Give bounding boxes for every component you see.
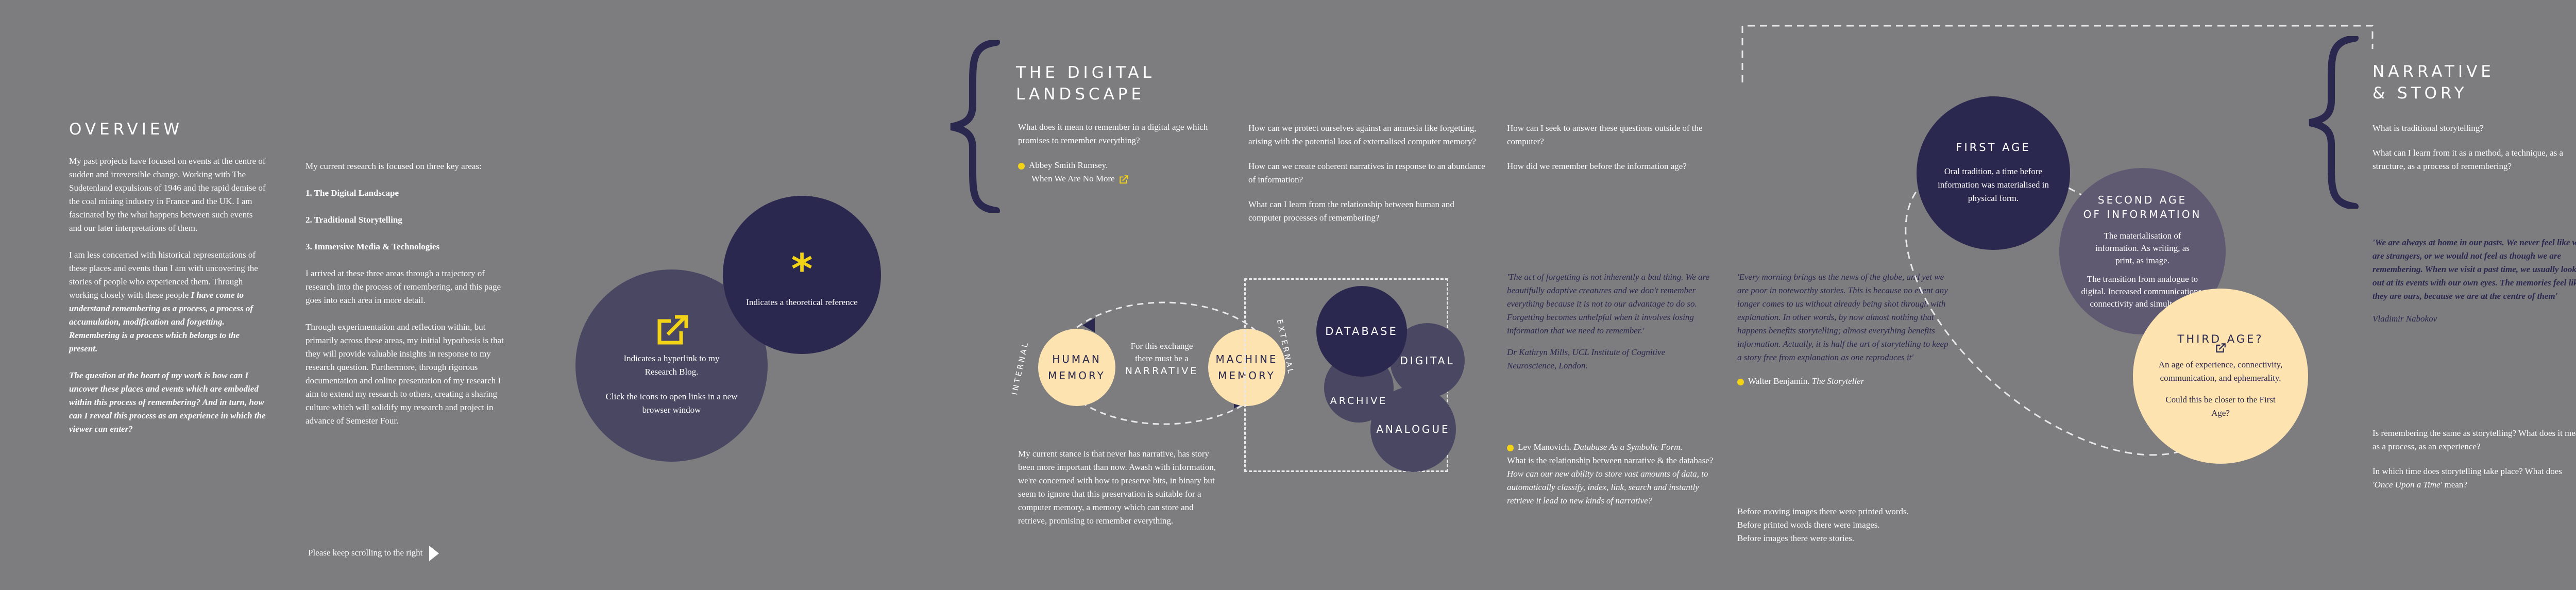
exchange-line: there must be a: [1135, 353, 1189, 363]
nabokov-source: Vladimir Nabokov: [2372, 314, 2437, 324]
manovich-block: Lev Manovich. Database As a Symbolic For…: [1507, 441, 1716, 508]
narrative-text: In which time does storytelling take pla…: [2372, 466, 2562, 476]
digital-questions-2: How can we protect ourselves against an …: [1248, 122, 1488, 238]
reference-title: Database As a Symbolic Form.: [1573, 442, 1683, 452]
reference-manovich[interactable]: Lev Manovich. Database As a Symbolic For…: [1507, 441, 1716, 454]
before-line: Before printed words there were images.: [1737, 520, 1880, 530]
current-stance: My current stance is that never has narr…: [1018, 449, 1216, 526]
overview-paragraph: My past projects have focused on events …: [69, 156, 266, 233]
node-label: HUMAN: [1052, 353, 1101, 365]
digital-question: How can we create coherent narratives in…: [1248, 161, 1485, 184]
mills-quote-source: Dr Kathryn Mills, UCL Institute of Cogni…: [1507, 347, 1666, 370]
asterisk-icon: *: [791, 245, 813, 293]
digital-label: DIGITAL: [1400, 354, 1455, 367]
reference-bullet-icon: [1507, 444, 1514, 451]
digital-question: What is the relationship between narrati…: [1507, 456, 1714, 465]
research-area-1[interactable]: 1. The Digital Landscape: [306, 187, 504, 200]
mills-quote: 'The act of forgetting is not inherently…: [1507, 272, 1710, 335]
overview-question: The question at the heart of my work is …: [69, 370, 266, 434]
analogue-label: ANALOGUE: [1376, 423, 1450, 435]
mills-quote-block: 'The act of forgetting is not inherently…: [1507, 271, 1716, 386]
external-link-icon[interactable]: [2215, 343, 2226, 353]
overview-title: OVERVIEW: [69, 120, 183, 139]
digital-question: What can I learn from the relationship b…: [1248, 199, 1454, 223]
reference-author: Lev Manovich.: [1518, 442, 1571, 452]
title-line: & STORY: [2372, 84, 2468, 103]
reference-bullet-icon: [1018, 162, 1025, 170]
overview-paragraph: I am less concerned with historical repr…: [69, 248, 267, 356]
narrative-question: In which time does storytelling take pla…: [2372, 465, 2576, 492]
digital-questions-3: How can I seek to answer these questions…: [1507, 122, 1705, 187]
chevron-right-icon[interactable]: [428, 545, 439, 562]
narrative-questions-1: What is traditional storytelling? What c…: [2372, 122, 2576, 187]
human-memory-node: HUMAN MEMORY: [1038, 329, 1115, 406]
exchange-narrative: NARRATIVE: [1125, 365, 1199, 377]
third-age-text: Could this be closer to the First Age?: [2165, 394, 2276, 418]
digital-question: How did we remember before the informati…: [1507, 161, 1687, 171]
hyperlink-legend-click: Click the icons to open links in a new b…: [605, 391, 738, 415]
first-age-circle: FIRST AGE Oral tradition, a time before …: [1917, 96, 2070, 250]
nabokov-block: 'We are always at home in our pasts. We …: [2372, 236, 2576, 339]
digital-question: How can I seek to answer these questions…: [1507, 123, 1703, 146]
title-line: NARRATIVE: [2372, 62, 2495, 81]
overview-column-2: My current research is focused on three …: [306, 160, 504, 441]
exchange-caption: For this exchange there must be a NARRAT…: [1118, 340, 1206, 377]
theory-legend-text: Indicates a theoretical reference: [746, 297, 858, 307]
title-line: LANDSCAPE: [1016, 85, 1145, 104]
narrative-question: What is traditional storytelling?: [2372, 123, 2484, 133]
first-age-title: FIRST AGE: [1956, 141, 2031, 154]
second-age-text: The materialisation of information. As w…: [2095, 230, 2190, 265]
third-age-text: An age of experience, connectivity, comm…: [2158, 359, 2283, 383]
narrative-emphasis: 'Once Upon a Time': [2372, 480, 2443, 490]
exchange-line: For this exchange: [1130, 341, 1193, 351]
reference-rumsey[interactable]: Abbey Smith Rumsey. When We Are No More: [1018, 159, 1232, 186]
digital-questions-1: What does it mean to remember in a digit…: [1018, 121, 1232, 186]
first-age-text: Oral tradition, a time before informatio…: [1938, 166, 2049, 203]
overview-intro: My current research is focused on three …: [306, 161, 482, 171]
archive-label: ARCHIVE: [1330, 395, 1388, 407]
external-link-icon[interactable]: [655, 315, 688, 346]
node-label: MEMORY: [1048, 369, 1106, 382]
scroll-note[interactable]: Please keep scrolling to the right: [308, 545, 439, 562]
overview-paragraph: Through experimentation and reflection w…: [306, 322, 504, 426]
reference-author: Abbey Smith Rumsey.: [1029, 160, 1108, 170]
before-block: Before moving images there were printed …: [1737, 505, 1912, 545]
nabokov-quote: 'We are always at home in our pasts. We …: [2372, 238, 2576, 301]
title-line: THE DIGITAL: [1016, 63, 1155, 82]
research-area-2[interactable]: 2. Traditional Storytelling: [306, 213, 504, 227]
digital-landscape-title: THE DIGITAL LANDSCAPE: [1016, 62, 1155, 105]
overview-column-1: My past projects have focused on events …: [69, 155, 267, 449]
overview-paragraph: I arrived at these three areas through a…: [306, 268, 501, 305]
database-circle: DATABASE: [1316, 286, 1407, 377]
scroll-note-text: Please keep scrolling to the right: [308, 547, 423, 558]
narrative-title: NARRATIVE & STORY: [2372, 61, 2495, 104]
narrative-question: Is remembering the same as storytelling?…: [2372, 428, 2576, 451]
research-area-3[interactable]: 3. Immersive Media & Technologies: [306, 240, 504, 254]
curly-brace-icon: [950, 40, 1000, 213]
narrative-questions-2: Is remembering the same as storytelling?…: [2372, 427, 2576, 505]
digital-question: How can our new ability to store vast am…: [1507, 469, 1708, 505]
second-age-title: SECOND AGE: [2097, 193, 2188, 206]
hyperlink-legend-text: Indicates a hyperlink to my Research Blo…: [623, 353, 720, 377]
curly-brace-icon: [2309, 36, 2359, 209]
digital-question: What does it mean to remember in a digit…: [1018, 122, 1208, 145]
reference-title: When We Are No More: [1031, 174, 1115, 183]
external-link-icon[interactable]: [1119, 175, 1128, 184]
theory-legend-circle: * Indicates a theoretical reference: [723, 196, 881, 354]
digital-question: How can we protect ourselves against an …: [1248, 123, 1477, 146]
narrative-question: What can I learn from it as a method, a …: [2372, 148, 2564, 171]
before-line: Before images there were stories.: [1737, 533, 1855, 543]
third-age-circle: THIRD AGE? An age of experience, connect…: [2133, 289, 2308, 464]
narrative-text: mean?: [2442, 480, 2467, 490]
second-age-title: OF INFORMATION: [2083, 208, 2202, 221]
database-label: DATABASE: [1325, 325, 1398, 338]
